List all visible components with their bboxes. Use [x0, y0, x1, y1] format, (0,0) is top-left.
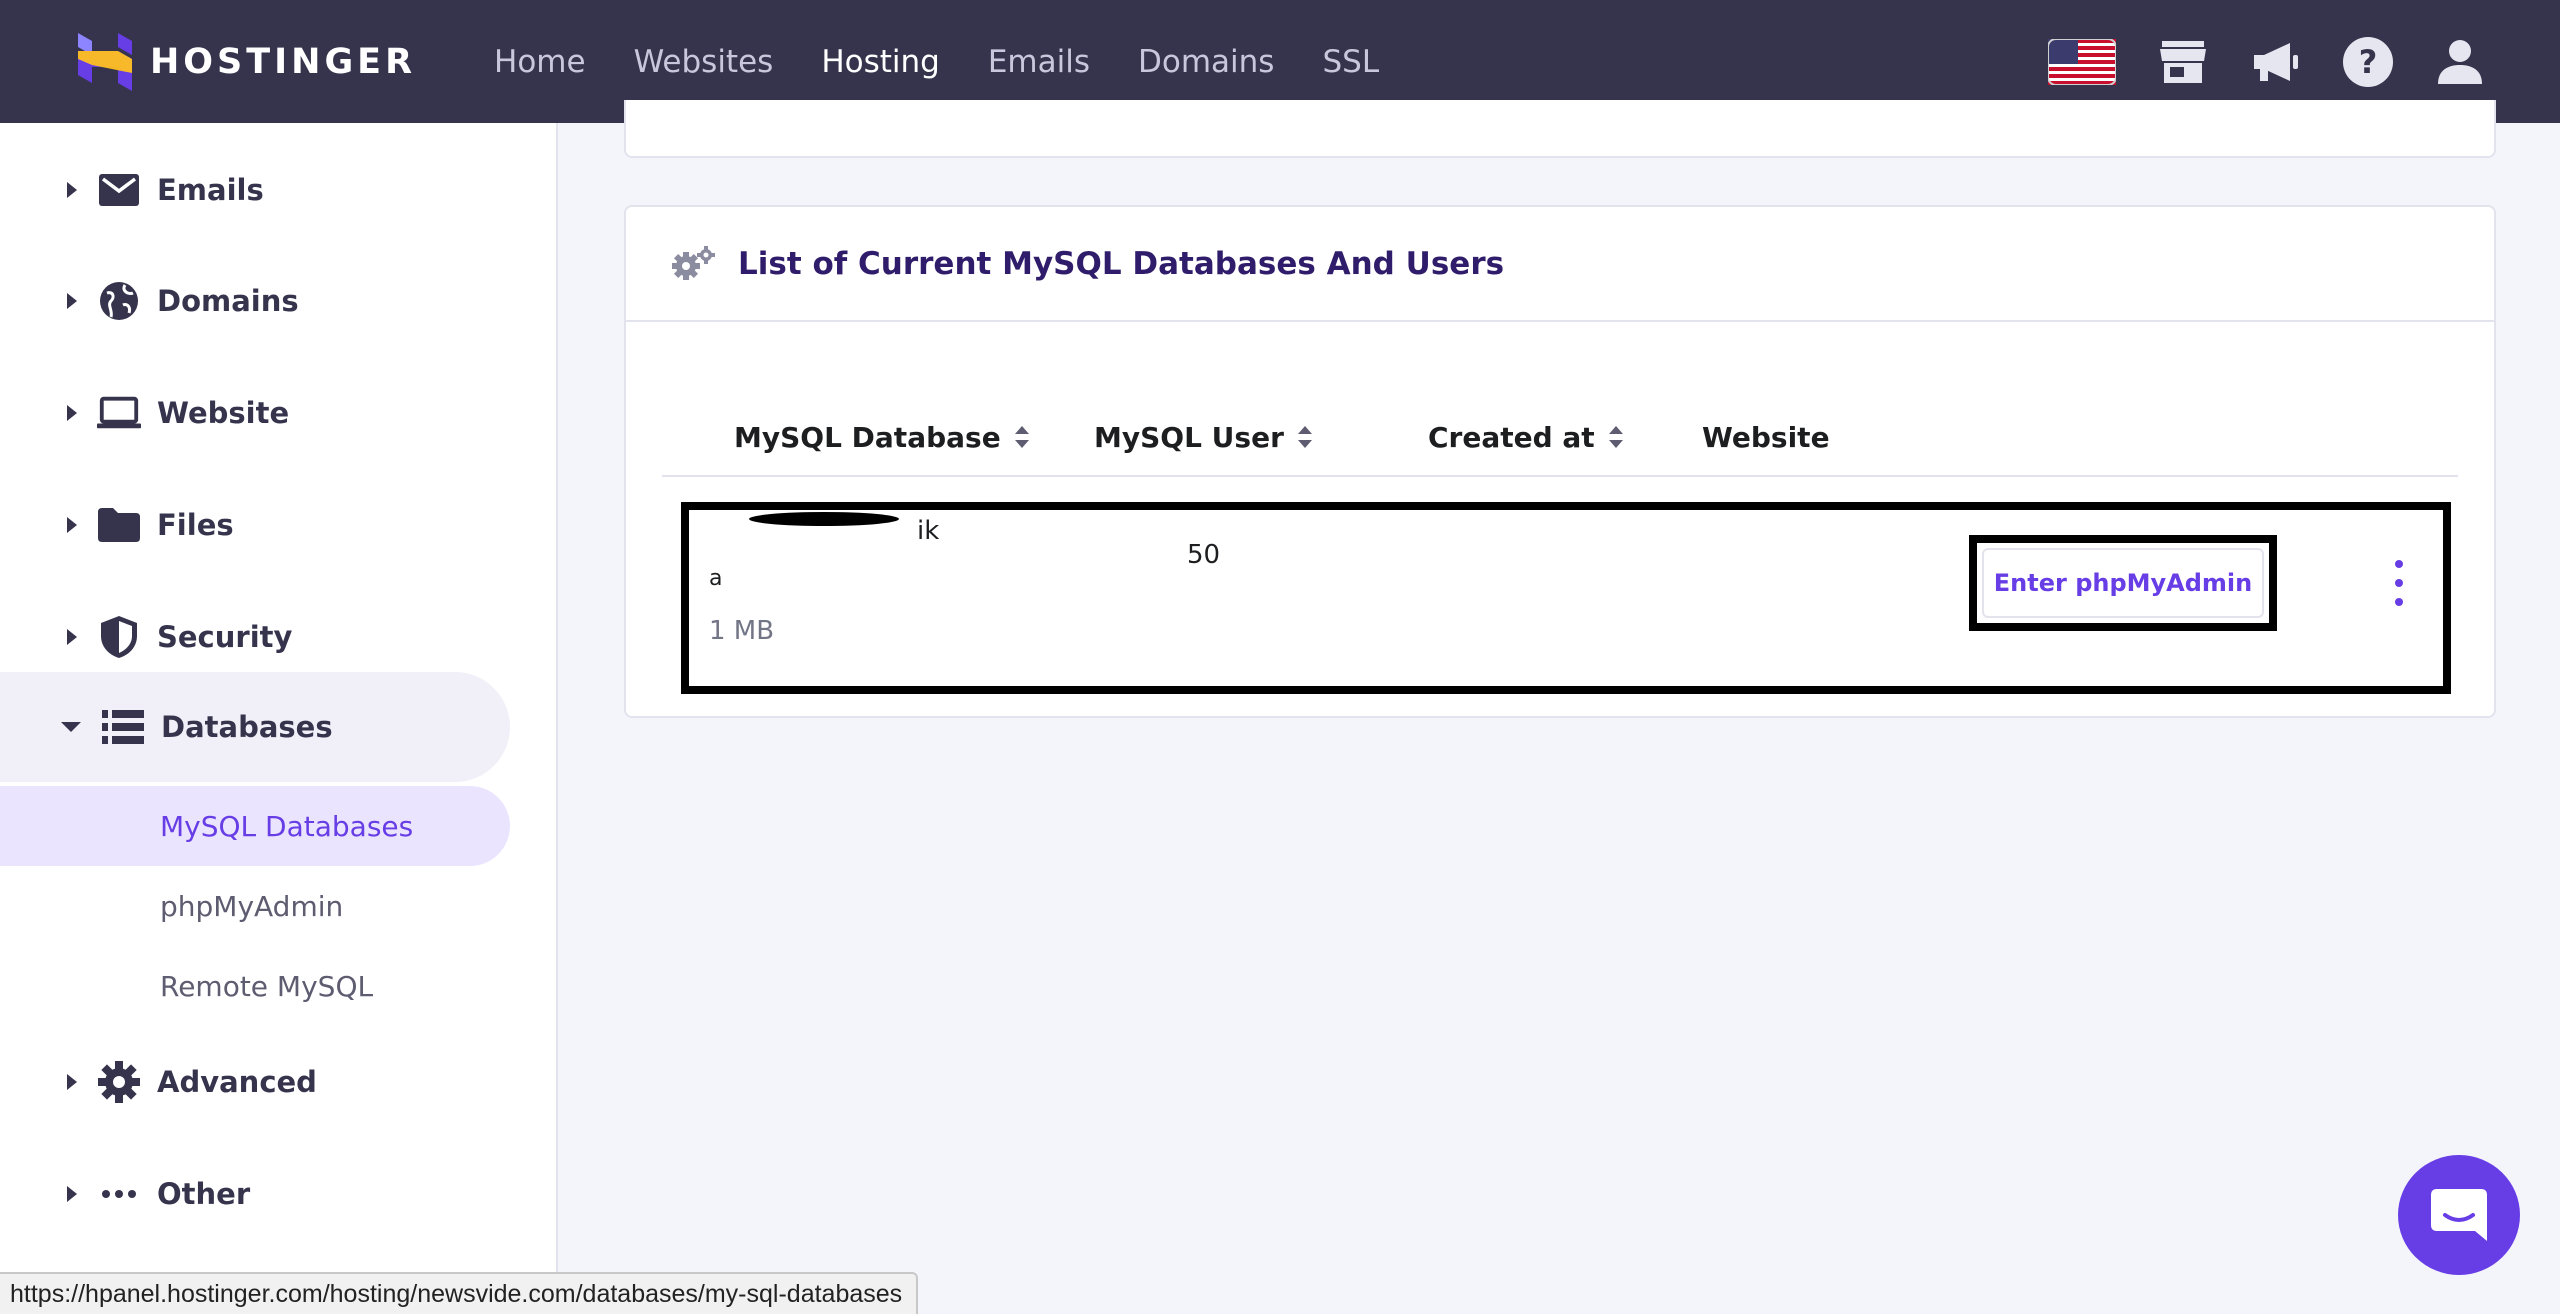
col-website: Website — [1702, 397, 1830, 477]
hostinger-logo[interactable]: HOSTINGER — [78, 32, 417, 91]
nav-home[interactable]: Home — [494, 44, 586, 80]
sidebar-item-label: Other — [157, 1177, 251, 1211]
more-icon — [97, 1172, 141, 1216]
caret-right-icon — [67, 1186, 77, 1202]
chat-icon — [2431, 1189, 2487, 1241]
user-icon[interactable] — [2436, 38, 2484, 86]
col-mysql-database[interactable]: MySQL Database — [734, 397, 1029, 477]
column-label: MySQL Database — [734, 420, 1001, 454]
column-label: MySQL User — [1094, 420, 1284, 454]
db-user-fragment: a — [709, 566, 723, 591]
caret-right-icon — [67, 293, 77, 309]
sidebar-item-advanced[interactable]: Advanced — [0, 1027, 510, 1137]
nav-hosting[interactable]: Hosting — [821, 44, 940, 80]
sidebar: Emails Domains Website Files Security Da — [0, 123, 558, 1314]
redaction-mark — [749, 512, 899, 526]
caret-down-icon — [61, 722, 81, 732]
chat-button[interactable] — [2398, 1155, 2520, 1275]
sidebar-item-domains[interactable]: Domains — [0, 246, 510, 356]
database-icon — [101, 705, 145, 749]
sidebar-item-label: Advanced — [157, 1065, 317, 1099]
gear-icon — [97, 1060, 141, 1104]
nav-emails[interactable]: Emails — [988, 44, 1090, 80]
caret-right-icon — [67, 1074, 77, 1090]
mail-icon — [97, 168, 141, 212]
column-label: Website — [1702, 420, 1830, 454]
hostinger-logo-icon — [78, 32, 132, 91]
sidebar-item-label: Domains — [157, 284, 299, 318]
nav-websites[interactable]: Websites — [634, 44, 774, 80]
more-options-icon[interactable] — [2389, 560, 2409, 606]
databases-card: List of Current MySQL Databases And User… — [624, 205, 2496, 718]
shield-icon — [97, 615, 141, 659]
enter-phpmyadmin-button[interactable]: Enter phpMyAdmin — [1982, 548, 2264, 618]
enter-phpmyadmin-highlight: Enter phpMyAdmin — [1969, 535, 2277, 631]
brand-name: HOSTINGER — [150, 41, 417, 82]
col-created-at[interactable]: Created at — [1428, 397, 1623, 477]
status-bar-url: https://hpanel.hostinger.com/hosting/new… — [0, 1272, 919, 1314]
us-flag-icon[interactable] — [2048, 38, 2116, 85]
store-icon[interactable] — [2158, 39, 2208, 85]
sidebar-subitem-remote-mysql[interactable]: Remote MySQL — [0, 946, 510, 1026]
card-header: List of Current MySQL Databases And User… — [626, 207, 2494, 322]
svg-text:?: ? — [2359, 43, 2378, 81]
caret-right-icon — [67, 182, 77, 198]
sidebar-item-website[interactable]: Website — [0, 358, 510, 468]
folder-icon — [97, 503, 141, 547]
sidebar-item-databases[interactable]: Databases — [0, 672, 510, 782]
sidebar-item-other[interactable]: Other — [0, 1139, 510, 1249]
gears-icon — [672, 245, 715, 280]
column-label: Created at — [1428, 420, 1595, 454]
mysql-user-fragment: 50 — [1187, 540, 1221, 570]
caret-right-icon — [67, 629, 77, 645]
sidebar-subitem-phpmyadmin[interactable]: phpMyAdmin — [0, 866, 510, 946]
table-header: MySQL Database MySQL User Created at Web… — [662, 397, 2458, 477]
laptop-icon — [97, 391, 141, 435]
nav-domains[interactable]: Domains — [1138, 44, 1274, 80]
sidebar-item-label: Security — [157, 620, 293, 654]
table-row: ik a 50 1 MB Enter phpMyAdmin — [681, 502, 2451, 694]
col-mysql-user[interactable]: MySQL User — [1094, 397, 1312, 477]
caret-right-icon — [67, 405, 77, 421]
previous-card — [624, 100, 2496, 158]
sort-icon[interactable] — [1608, 426, 1623, 448]
help-icon[interactable]: ? — [2342, 36, 2394, 88]
sidebar-item-label: Emails — [157, 173, 264, 207]
globe-icon — [97, 279, 141, 323]
sidebar-item-emails[interactable]: Emails — [0, 135, 510, 245]
sidebar-item-label: Website — [157, 396, 290, 430]
main-nav: Home Websites Hosting Emails Domains SSL — [494, 44, 1427, 80]
sidebar-item-files[interactable]: Files — [0, 470, 510, 580]
db-size: 1 MB — [709, 616, 775, 646]
sort-icon[interactable] — [1014, 426, 1029, 448]
db-name-fragment: ik — [917, 516, 940, 546]
sort-icon[interactable] — [1297, 426, 1312, 448]
caret-right-icon — [67, 517, 77, 533]
sidebar-subitem-mysql-databases[interactable]: MySQL Databases — [0, 786, 510, 866]
nav-ssl[interactable]: SSL — [1322, 44, 1379, 80]
card-title: List of Current MySQL Databases And User… — [738, 245, 1505, 282]
sidebar-item-label: Databases — [161, 710, 333, 744]
sidebar-item-label: Files — [157, 508, 234, 542]
megaphone-icon[interactable] — [2250, 39, 2300, 85]
